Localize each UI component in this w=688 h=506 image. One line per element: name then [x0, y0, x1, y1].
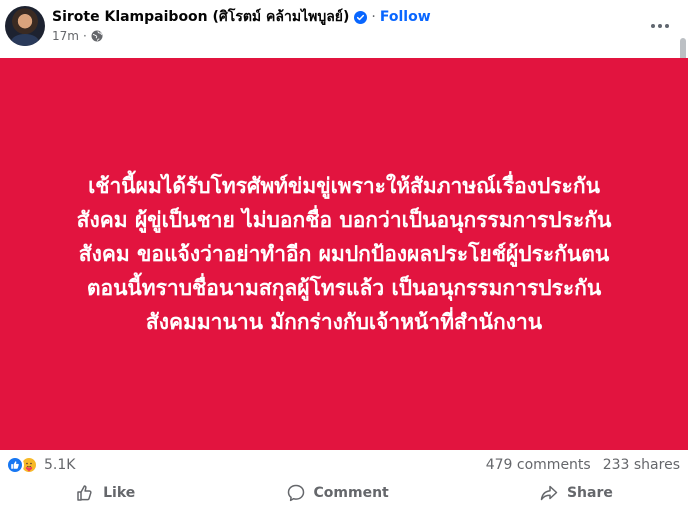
comment-icon — [287, 484, 304, 502]
like-icon — [77, 485, 92, 501]
globe-icon — [91, 30, 103, 42]
engagement-counts: 479 comments 233 shares — [486, 457, 680, 473]
share-button[interactable]: Share — [525, 480, 627, 506]
verified-badge-icon — [354, 10, 368, 24]
post-text-line: เช้านี้ผมได้รับโทรศัพท์ข่มขู่เพราะให้สัม… — [88, 174, 600, 198]
comments-count[interactable]: 479 comments — [486, 457, 591, 473]
like-label: Like — [103, 485, 136, 501]
comment-label: Comment — [313, 485, 389, 501]
separator-dot: · — [371, 9, 376, 25]
comment-button[interactable]: Comment — [272, 480, 403, 506]
post-timestamp[interactable]: 17m — [52, 29, 79, 43]
like-button[interactable]: Like — [61, 480, 149, 506]
post-stats: 5.1K 479 comments 233 shares — [0, 452, 688, 480]
post-text-line: สังคม ขอแจ้งว่าอย่าทำอีก ผมปกป้องผลประโย… — [78, 242, 610, 266]
share-label: Share — [566, 485, 613, 501]
share-icon — [540, 485, 558, 501]
reaction-count: 5.1K — [44, 457, 76, 473]
post-text-line: สังคมมานาน มักกร่างกับเจ้าหน้าที่สำนักงา… — [145, 310, 543, 334]
post-text-line: สังคม ผู้ขู่เป็นชาย ไม่บอกชื่อ บอกว่าเป็… — [76, 208, 612, 232]
post-body: เช้านี้ผมได้รับโทรศัพท์ข่มขู่เพราะให้สัม… — [0, 58, 688, 450]
follow-button[interactable]: Follow — [380, 9, 431, 25]
author-name[interactable]: Sirote Klampaiboon (ศิโรตม์ คล้ามไพบูลย์… — [52, 6, 349, 28]
post-actions: Like Comment Share — [0, 480, 688, 506]
more-options-icon[interactable] — [642, 12, 678, 40]
post-text: เช้านี้ผมได้รับโทรศัพท์ข่มขู่เพราะให้สัม… — [24, 169, 664, 339]
separator-dot: · — [82, 29, 87, 43]
post-header: Sirote Klampaiboon (ศิโรตม์ คล้ามไพบูลย์… — [0, 0, 688, 56]
shares-count[interactable]: 233 shares — [603, 457, 680, 473]
reaction-summary[interactable]: 5.1K — [6, 456, 75, 474]
post-text-line: ตอนนี้ทราบชื่อนามสกุลผู้โทรแล้ว เป็นอนุก… — [86, 276, 602, 300]
author-line: Sirote Klampaiboon (ศิโรตม์ คล้ามไพบูลย์… — [52, 7, 431, 27]
post-meta: 17m · — [52, 28, 103, 44]
like-reaction-icon — [6, 456, 24, 474]
author-avatar[interactable] — [5, 6, 45, 46]
